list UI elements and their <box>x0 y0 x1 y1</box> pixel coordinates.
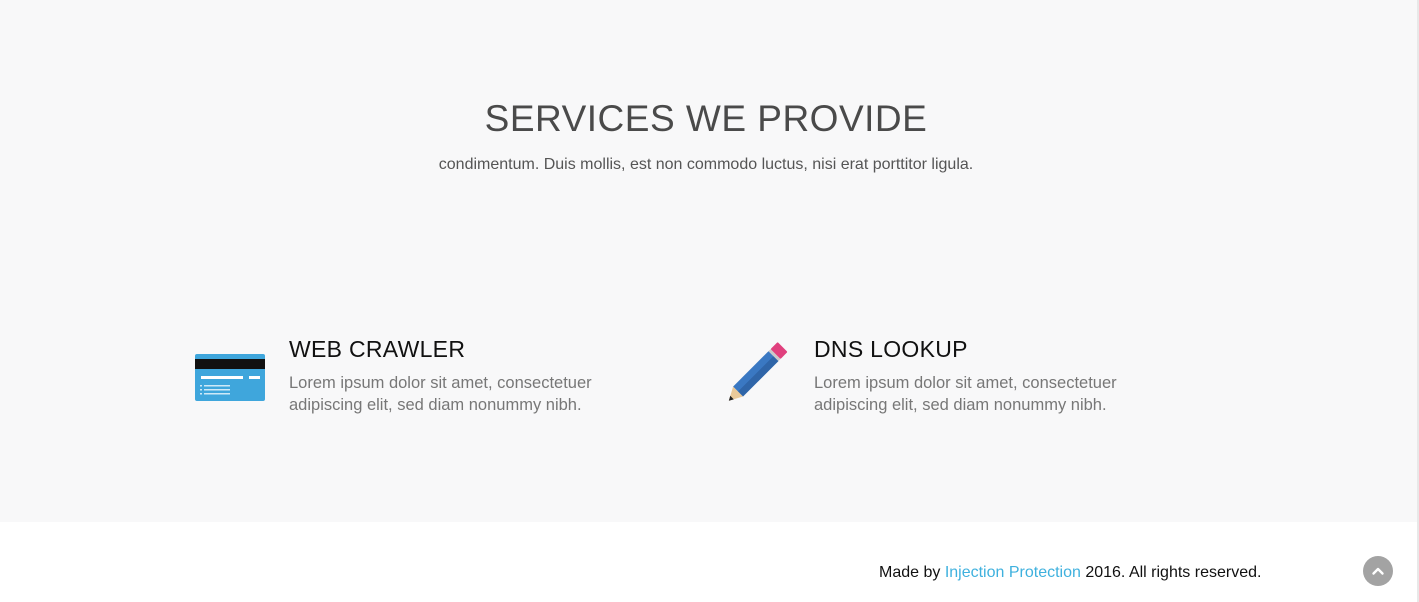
author-link[interactable]: Injection Protection <box>945 564 1081 581</box>
feature-title: DNS LOOKUP <box>814 336 968 362</box>
back-to-top-button[interactable] <box>1363 556 1393 586</box>
footer: Made by Injection Protection 2016. All r… <box>0 522 1419 602</box>
feature-dns-lookup: DNS LOOKUP Lorem ipsum dolor sit amet, c… <box>719 336 1199 426</box>
copyright-suffix: 2016. All rights reserved. <box>1080 564 1262 581</box>
feature-description: Lorem ipsum dolor sit amet, consectetuer… <box>814 374 1117 414</box>
feature-web-crawler: WEB CRAWLER Lorem ipsum dolor sit amet, … <box>194 336 674 426</box>
services-section: SERVICES WE PROVIDE condimentum. Duis mo… <box>0 0 1419 522</box>
services-title: SERVICES WE PROVIDE <box>484 98 928 139</box>
pencil-icon <box>719 340 791 412</box>
chevron-up-icon <box>1372 567 1384 575</box>
page: SERVICES WE PROVIDE condimentum. Duis mo… <box>0 0 1419 602</box>
services-subtitle: condimentum. Duis mollis, est non commod… <box>438 156 974 173</box>
feature-title: WEB CRAWLER <box>289 336 466 362</box>
feature-description: Lorem ipsum dolor sit amet, consectetuer… <box>289 374 592 414</box>
copyright-prefix: Made by <box>879 564 945 581</box>
credit-card-icon <box>194 340 266 412</box>
copyright-text: Made by Injection Protection 2016. All r… <box>879 564 1261 582</box>
